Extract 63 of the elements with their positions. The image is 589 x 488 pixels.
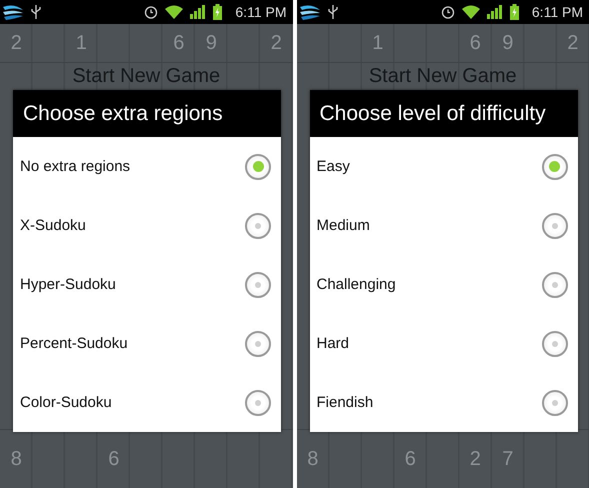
signal-icon (190, 5, 206, 19)
grid-digit: 6 (173, 32, 184, 54)
grid-digit: 9 (206, 32, 217, 54)
usb-icon (328, 4, 338, 20)
grid-digit: 1 (372, 32, 384, 54)
clock-time: 6:11 PM (532, 4, 583, 20)
radio-button[interactable] (542, 330, 568, 356)
option-row[interactable]: Hyper-Sudoku (13, 255, 281, 314)
radio-button[interactable] (245, 272, 271, 298)
grid-digit: 6 (404, 448, 416, 470)
radio-button[interactable] (245, 212, 271, 238)
option-label: Challenging (316, 276, 396, 293)
dialog-title: Choose level of difficulty (310, 90, 578, 137)
option-row[interactable]: Percent-Sudoku (13, 314, 281, 373)
radio-button[interactable] (245, 330, 271, 356)
grid-digit: 7 (502, 448, 514, 470)
option-row[interactable]: Hard (310, 314, 578, 373)
option-label: No extra regions (20, 158, 130, 175)
swirl-logo-icon (298, 4, 320, 20)
heading-text: Start New Game (368, 64, 517, 88)
clock-time: 6:11 PM (235, 4, 286, 20)
radio-button[interactable] (245, 390, 271, 416)
option-row[interactable]: Easy (310, 137, 578, 196)
dialog-title: Choose extra regions (13, 90, 281, 137)
option-label: Easy (316, 158, 350, 175)
radio-button[interactable] (542, 272, 568, 298)
alarm-clock-icon (440, 5, 455, 19)
swirl-logo-icon (2, 4, 24, 20)
grid-digit: 2 (270, 32, 282, 54)
option-label: Hard (316, 335, 350, 352)
option-row[interactable]: Challenging (310, 255, 578, 314)
wifi-icon (462, 5, 480, 19)
grid-digit: 1 (76, 32, 87, 54)
signal-icon (486, 5, 503, 19)
heading-text: Start New Game (72, 64, 220, 88)
option-row[interactable]: Medium (310, 196, 578, 255)
grid-digit: 2 (567, 32, 578, 54)
radio-button[interactable] (542, 154, 568, 180)
wifi-icon (165, 5, 184, 19)
grid-digit: 9 (502, 32, 514, 54)
option-label: Percent-Sudoku (20, 335, 128, 352)
battery-icon (510, 4, 519, 20)
grid-digit: 2 (10, 32, 22, 54)
grid-digit: 8 (10, 448, 22, 470)
option-row[interactable]: Fiendish (310, 373, 578, 432)
option-label: Hyper-Sudoku (20, 276, 116, 293)
radio-button[interactable] (542, 212, 568, 238)
option-label: Medium (316, 217, 370, 234)
grid-digit: 8 (307, 448, 318, 470)
grid-digit: 6 (108, 448, 120, 470)
option-label: Fiendish (316, 394, 374, 411)
grid-digit: 2 (470, 448, 481, 470)
radio-button[interactable] (542, 390, 568, 416)
alarm-clock-icon (144, 5, 158, 19)
option-row[interactable]: Color-Sudoku (13, 373, 281, 432)
grid-digit: 6 (470, 32, 481, 54)
option-label: X-Sudoku (20, 217, 86, 234)
option-row[interactable]: X-Sudoku (13, 196, 281, 255)
radio-button[interactable] (245, 154, 271, 180)
option-row[interactable]: No extra regions (13, 137, 281, 196)
option-label: Color-Sudoku (20, 394, 112, 411)
battery-icon (213, 4, 222, 20)
usb-icon (31, 4, 41, 20)
